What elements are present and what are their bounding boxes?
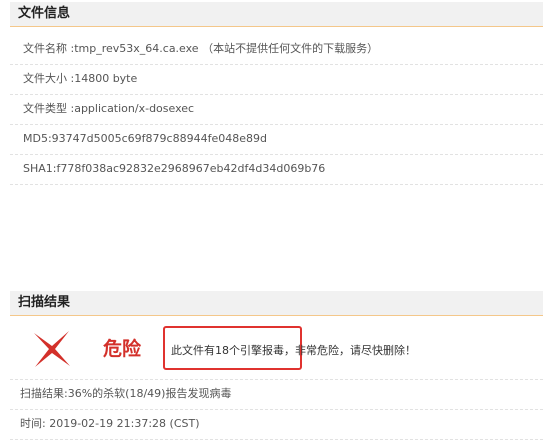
verdict-message: 此文件有18个引擎报毒，非常危险，请尽快删除！	[171, 344, 416, 357]
md5-text: MD5:93747d5005c69f879c88944fe048e89d	[23, 132, 267, 145]
scan-time-text: 时间: 2019-02-19 21:37:28 (CST)	[20, 417, 200, 430]
file-info-list: 文件名称 :tmp_rev53x_64.ca.exe （本站不提供任何文件的下载…	[10, 35, 543, 185]
file-info-title: 文件信息	[18, 6, 71, 21]
file-name-row: 文件名称 :tmp_rev53x_64.ca.exe （本站不提供任何文件的下载…	[10, 35, 543, 65]
red-x-icon	[34, 331, 70, 367]
danger-label: 危险	[103, 338, 142, 360]
file-size-row: 文件大小 :14800 byte	[10, 65, 543, 95]
file-info-header: 文件信息	[10, 2, 543, 27]
md5-row: MD5:93747d5005c69f879c88944fe048e89d	[10, 125, 543, 155]
sha1-text: SHA1:f778f038ac92832e2968967eb42df4d34d0…	[23, 162, 326, 175]
scan-summary-row: 扫描结果:36%的杀软(18/49)报告发现病毒	[10, 380, 543, 410]
scan-result-title: 扫描结果	[18, 295, 71, 310]
file-name-text: 文件名称 :tmp_rev53x_64.ca.exe （本站不提供任何文件的下载…	[23, 42, 379, 55]
file-type-text: 文件类型 :application/x-dosexec	[23, 102, 195, 115]
scan-result-header: 扫描结果	[10, 291, 543, 316]
scan-time-row: 时间: 2019-02-19 21:37:28 (CST)	[10, 410, 543, 440]
verdict-panel: 危险 此文件有18个引擎报毒，非常危险，请尽快删除！	[10, 320, 543, 380]
scan-result-list: 扫描结果:36%的杀软(18/49)报告发现病毒 时间: 2019-02-19 …	[10, 380, 543, 440]
file-size-text: 文件大小 :14800 byte	[23, 72, 138, 85]
file-type-row: 文件类型 :application/x-dosexec	[10, 95, 543, 125]
scan-summary-text: 扫描结果:36%的杀软(18/49)报告发现病毒	[20, 387, 232, 400]
sha1-row: SHA1:f778f038ac92832e2968967eb42df4d34d0…	[10, 155, 543, 185]
